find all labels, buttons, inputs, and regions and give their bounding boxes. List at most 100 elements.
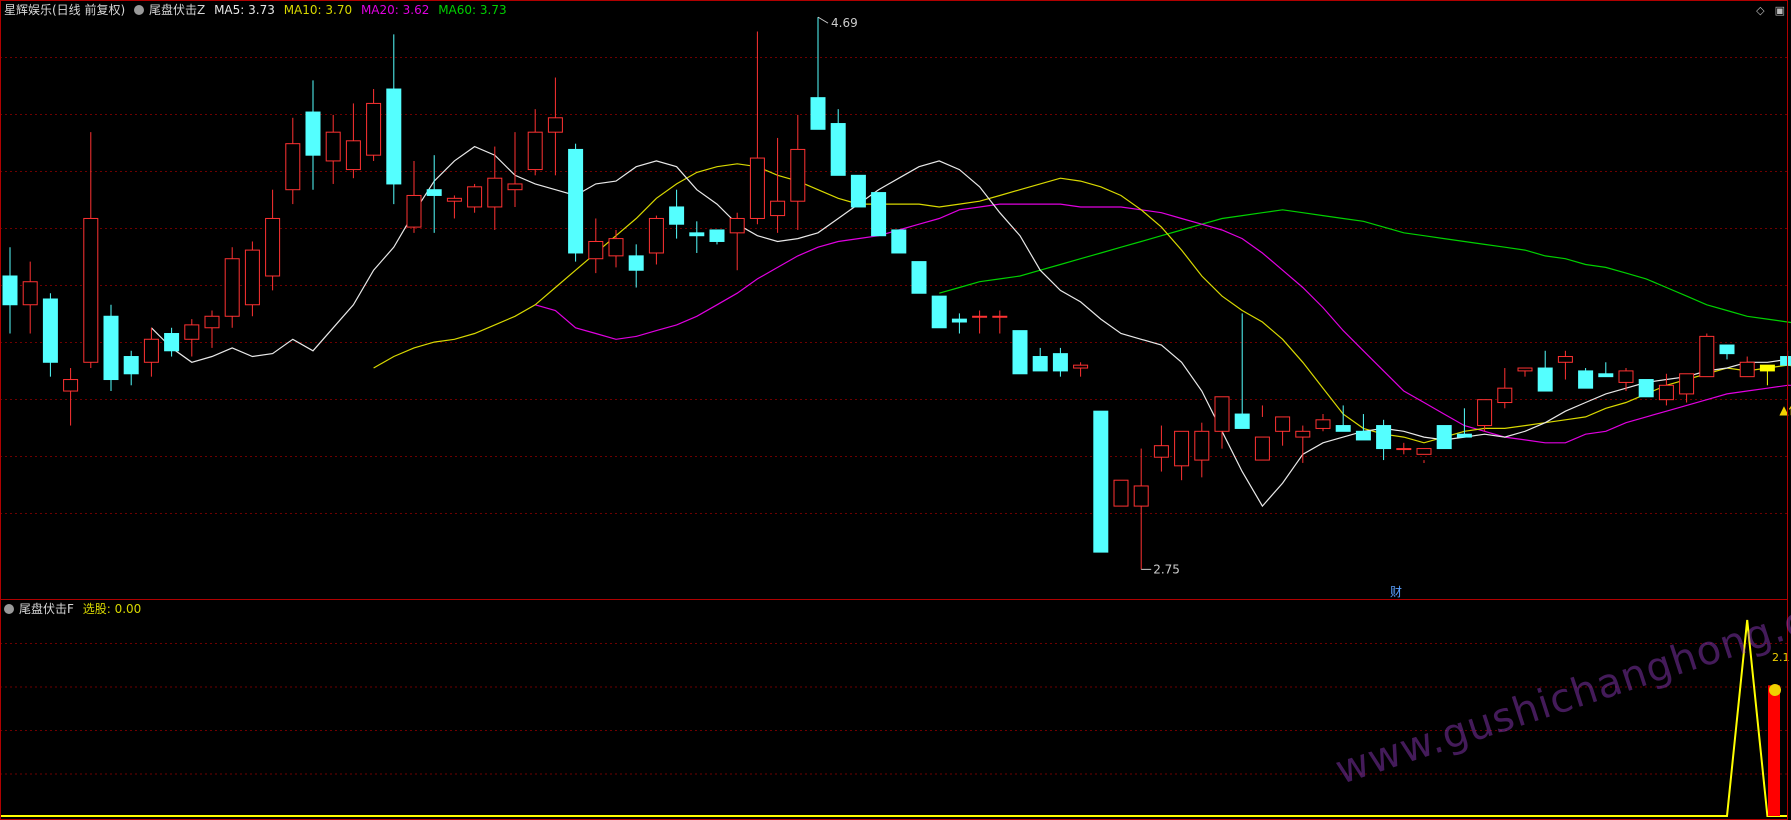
candle-body bbox=[83, 217, 99, 363]
candle-body bbox=[669, 206, 685, 225]
sub-indicator-value: 选股: 0.00 bbox=[82, 602, 142, 616]
candle-body bbox=[1174, 430, 1190, 467]
candle-body bbox=[224, 258, 240, 317]
candle-body bbox=[1416, 448, 1432, 455]
candle-body bbox=[1618, 370, 1634, 383]
diamond-icon[interactable]: ◇ bbox=[1756, 4, 1764, 17]
candle-body bbox=[1699, 335, 1715, 378]
candle-body bbox=[1153, 445, 1169, 458]
candle-body bbox=[830, 123, 846, 176]
candle-body bbox=[467, 186, 483, 208]
finance-marker: 财 bbox=[1390, 585, 1402, 599]
candle-body bbox=[972, 315, 988, 318]
candle-body bbox=[1719, 344, 1735, 355]
candle-body bbox=[63, 379, 79, 392]
annotations: 4.692.75▲伏击财2.1 bbox=[817, 16, 1791, 696]
candle-body bbox=[527, 131, 543, 171]
sub-header: 尾盘伏击F 选股: 0.00 bbox=[4, 602, 146, 616]
settings-icon[interactable] bbox=[4, 604, 14, 614]
candle-body bbox=[1557, 356, 1573, 363]
candle-body bbox=[709, 229, 725, 242]
candle-body bbox=[1214, 396, 1230, 432]
ma60-line bbox=[939, 209, 1791, 324]
candle-body bbox=[426, 189, 442, 196]
candlesticks bbox=[2, 17, 1791, 570]
candle-body bbox=[1335, 425, 1351, 432]
candle-body bbox=[42, 298, 58, 363]
candle-body bbox=[1396, 448, 1412, 451]
candle-body bbox=[386, 88, 402, 185]
candle-body bbox=[1658, 384, 1674, 401]
stock-title: 星辉娱乐(日线 前复权) bbox=[4, 3, 126, 17]
grid-lines bbox=[0, 57, 1787, 775]
candle-body bbox=[285, 143, 301, 191]
candle-body bbox=[1537, 367, 1553, 392]
candle-body bbox=[1355, 430, 1371, 441]
candle-body bbox=[446, 197, 462, 202]
candle-body bbox=[608, 238, 624, 257]
candle-body bbox=[507, 183, 523, 191]
candle-body bbox=[22, 281, 38, 306]
settings-icon[interactable] bbox=[134, 5, 145, 15]
candle-body bbox=[850, 174, 866, 208]
candle-body bbox=[204, 315, 220, 329]
signal-label: ▲伏击 bbox=[1779, 403, 1791, 417]
candle-body bbox=[1194, 430, 1210, 461]
main-header: 星辉娱乐(日线 前复权) 尾盘伏击Z MA5: 3.73 MA10: 3.70 … bbox=[4, 3, 512, 17]
candle-body bbox=[951, 318, 967, 323]
candle-body bbox=[305, 111, 321, 156]
ma10-value: MA10: 3.70 bbox=[283, 3, 353, 17]
candle-body bbox=[1638, 379, 1654, 398]
candle-body bbox=[1113, 479, 1129, 507]
ma60-value: MA60: 3.73 bbox=[438, 3, 507, 17]
moving-average-lines bbox=[150, 145, 1791, 508]
candle-body bbox=[1497, 387, 1513, 404]
candle-body bbox=[547, 117, 563, 133]
candle-body bbox=[931, 295, 947, 329]
candle-body bbox=[1073, 364, 1089, 369]
candle-body bbox=[123, 356, 139, 375]
candle-body bbox=[1052, 353, 1068, 372]
candle-body bbox=[103, 315, 119, 381]
candle-body bbox=[1456, 433, 1472, 438]
candle-body bbox=[345, 140, 361, 171]
indicator-name[interactable]: 尾盘伏击Z bbox=[149, 3, 205, 17]
panel-toggle-icon[interactable]: ▣ bbox=[1775, 4, 1785, 17]
candle-body bbox=[164, 333, 180, 352]
candle-body bbox=[1295, 430, 1311, 438]
candle-body bbox=[1376, 425, 1392, 450]
candle-body bbox=[770, 200, 786, 217]
sub-signal-bar bbox=[1768, 685, 1780, 816]
candle-body bbox=[871, 192, 887, 237]
low-label: 2.75 bbox=[1153, 562, 1180, 576]
candle-body bbox=[325, 131, 341, 162]
candle-body bbox=[628, 255, 644, 271]
candle-body bbox=[406, 194, 422, 228]
candle-body bbox=[265, 217, 281, 277]
candle-body bbox=[588, 240, 604, 260]
sub-indicator-name[interactable]: 尾盘伏击F bbox=[19, 602, 74, 616]
candle-body bbox=[648, 217, 664, 254]
candle-body bbox=[1254, 436, 1270, 461]
candle-body bbox=[749, 157, 765, 219]
ma5-value: MA5: 3.73 bbox=[214, 3, 275, 17]
candle-body bbox=[2, 275, 18, 306]
candle-body bbox=[1759, 364, 1775, 372]
candle-body bbox=[1780, 356, 1791, 366]
candle-body bbox=[184, 324, 200, 340]
candle-body bbox=[1436, 425, 1452, 450]
candle-body bbox=[1315, 419, 1331, 429]
candle-body bbox=[1578, 370, 1594, 389]
candle-body bbox=[1234, 413, 1250, 429]
candle-body bbox=[1093, 410, 1109, 553]
window-controls: ◇ ▣ bbox=[1746, 4, 1785, 17]
candle-body bbox=[1739, 361, 1755, 378]
ma5-line bbox=[150, 145, 1791, 508]
candle-body bbox=[729, 217, 745, 234]
candle-body bbox=[1133, 485, 1149, 507]
candle-body bbox=[911, 261, 927, 294]
candle-body bbox=[366, 102, 382, 156]
main-panel-border bbox=[0, 0, 1788, 600]
candle-body bbox=[992, 315, 1008, 318]
high-marker bbox=[817, 16, 829, 24]
